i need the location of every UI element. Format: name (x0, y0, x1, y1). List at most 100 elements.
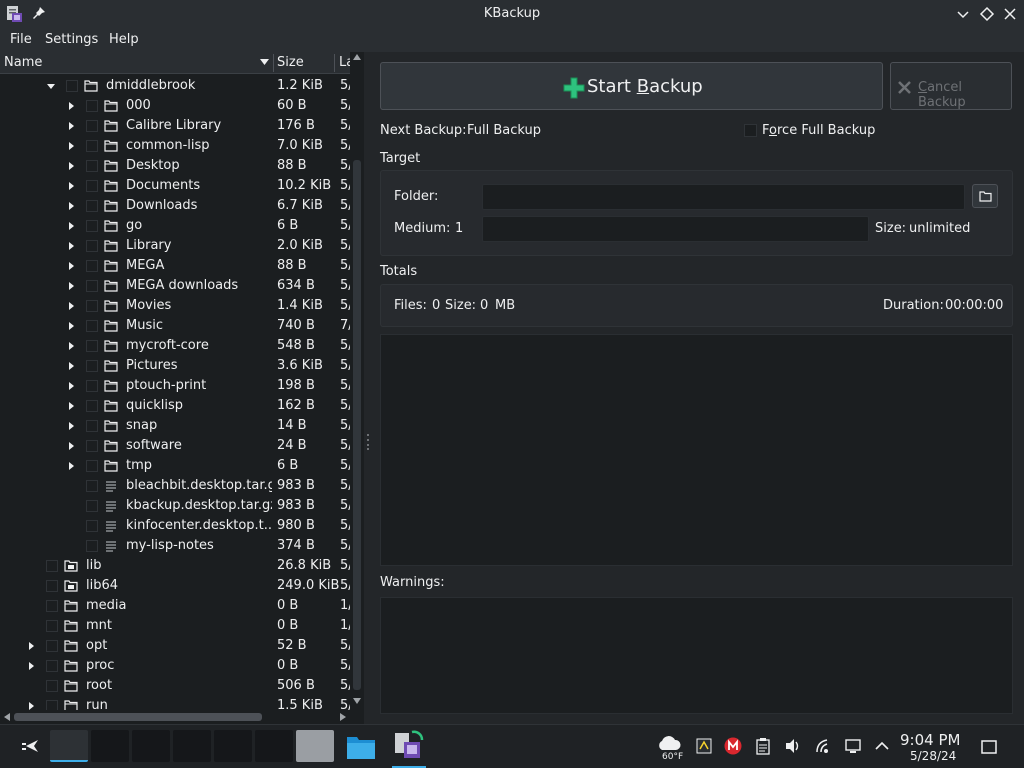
force-full-backup-checkbox[interactable] (744, 124, 757, 137)
tree-folder-row[interactable]: Movies 1.4 KiB 5/ (0, 296, 350, 316)
tree-row-checkbox[interactable] (86, 100, 98, 112)
scrollbar-thumb[interactable] (353, 160, 361, 690)
cancel-backup-button[interactable]: Cancel Backup (890, 62, 1012, 110)
tree-folder-row[interactable]: dmiddlebrook 1.2 KiB 5/ (0, 76, 350, 96)
column-separator[interactable] (273, 54, 274, 72)
expand-arrow-icon[interactable] (67, 262, 75, 270)
tree-file-row[interactable]: kinfocenter.desktop.t... 980 B 5/ (0, 516, 350, 536)
tree-folder-row[interactable]: mycroft-core 548 B 5/ (0, 336, 350, 356)
tree-row-checkbox[interactable] (86, 220, 98, 232)
tree-folder-row[interactable]: go 6 B 5/ (0, 216, 350, 236)
tree-folder-row[interactable]: lib64 249.0 KiB5/ (0, 576, 350, 596)
scroll-down-icon[interactable] (353, 698, 361, 704)
tree-folder-row[interactable]: Music 740 B 7/ (0, 316, 350, 336)
tree-row-checkbox[interactable] (86, 240, 98, 252)
expand-arrow-icon[interactable] (67, 242, 75, 250)
display-icon[interactable] (844, 737, 862, 755)
tray-expand-icon[interactable] (873, 737, 891, 755)
weather-cloud-icon[interactable] (656, 734, 682, 752)
expand-arrow-icon[interactable] (27, 662, 35, 670)
tree-folder-row[interactable]: Downloads 6.7 KiB 5/ (0, 196, 350, 216)
tree-row-checkbox[interactable] (46, 660, 58, 672)
tree-folder-row[interactable]: Desktop 88 B 5/ (0, 156, 350, 176)
clipboard-tool-icon[interactable] (695, 737, 713, 755)
force-full-backup-label[interactable]: Force Full Backup (762, 123, 875, 138)
tree-folder-row[interactable]: common-lisp 7.0 KiB 5/ (0, 136, 350, 156)
tree-horizontal-scrollbar[interactable] (0, 710, 350, 724)
scrollbar-thumb[interactable] (14, 713, 262, 721)
clock-date[interactable]: 5/28/24 (910, 749, 956, 763)
tree-row-checkbox[interactable] (86, 280, 98, 292)
tree-row-checkbox[interactable] (86, 400, 98, 412)
tree-folder-row[interactable]: lib 26.8 KiB 5/ (0, 556, 350, 576)
start-backup-button[interactable]: Start Backup (380, 62, 883, 110)
expand-arrow-icon[interactable] (67, 282, 75, 290)
collapse-arrow-icon[interactable] (47, 82, 55, 90)
tree-folder-row[interactable]: Documents 10.2 KiB 5/ (0, 176, 350, 196)
tree-row-checkbox[interactable] (86, 480, 98, 492)
expand-arrow-icon[interactable] (67, 402, 75, 410)
expand-arrow-icon[interactable] (67, 342, 75, 350)
scroll-left-icon[interactable] (4, 713, 10, 721)
virtual-desktop-5[interactable] (214, 730, 252, 762)
clock-time[interactable]: 9:04 PM (900, 731, 960, 749)
tree-row-checkbox[interactable] (66, 80, 78, 92)
tree-folder-row[interactable]: Library 2.0 KiB 5/ (0, 236, 350, 256)
column-last-modified[interactable]: La (339, 55, 350, 70)
expand-arrow-icon[interactable] (67, 322, 75, 330)
virtual-desktop-6[interactable] (255, 730, 293, 762)
medium-field[interactable] (482, 216, 869, 242)
backup-log-area[interactable] (380, 334, 1013, 566)
tree-folder-row[interactable]: Calibre Library 176 B 5/ (0, 116, 350, 136)
tree-vertical-scrollbar[interactable] (350, 52, 364, 710)
tree-folder-row[interactable]: software 24 B 5/ (0, 436, 350, 456)
expand-arrow-icon[interactable] (67, 142, 75, 150)
tree-folder-row[interactable]: snap 14 B 5/ (0, 416, 350, 436)
tree-row-checkbox[interactable] (86, 540, 98, 552)
tree-row-checkbox[interactable] (46, 620, 58, 632)
network-icon[interactable] (814, 737, 832, 755)
expand-arrow-icon[interactable] (67, 362, 75, 370)
folder-field[interactable] (482, 184, 965, 210)
menu-settings[interactable]: Settings (45, 32, 98, 47)
tree-row-checkbox[interactable] (86, 200, 98, 212)
virtual-desktop-2[interactable] (91, 730, 129, 762)
tree-row-checkbox[interactable] (86, 300, 98, 312)
column-separator[interactable] (334, 54, 335, 72)
tree-folder-row[interactable]: ptouch-print 198 B 5/ (0, 376, 350, 396)
browse-folder-button[interactable] (972, 184, 998, 208)
expand-arrow-icon[interactable] (67, 462, 75, 470)
expand-arrow-icon[interactable] (67, 162, 75, 170)
warnings-area[interactable] (380, 597, 1013, 714)
scroll-right-icon[interactable] (340, 713, 346, 721)
tree-row-checkbox[interactable] (46, 680, 58, 692)
tree-folder-row[interactable]: proc 0 B 5/ (0, 656, 350, 676)
tree-row-checkbox[interactable] (86, 320, 98, 332)
virtual-desktop-7[interactable] (296, 730, 334, 762)
tree-row-checkbox[interactable] (86, 520, 98, 532)
virtual-desktop-4[interactable] (173, 730, 211, 762)
expand-arrow-icon[interactable] (27, 702, 35, 710)
clipboard-icon[interactable] (754, 737, 772, 755)
volume-icon[interactable] (784, 737, 802, 755)
expand-arrow-icon[interactable] (67, 422, 75, 430)
tree-row-checkbox[interactable] (46, 700, 58, 710)
tree-row-checkbox[interactable] (86, 180, 98, 192)
tree-row-checkbox[interactable] (86, 380, 98, 392)
tree-row-checkbox[interactable] (86, 440, 98, 452)
tree-row-checkbox[interactable] (46, 580, 58, 592)
tree-row-checkbox[interactable] (86, 460, 98, 472)
virtual-desktop-1[interactable] (50, 730, 88, 762)
maximize-icon[interactable] (979, 6, 995, 22)
expand-arrow-icon[interactable] (27, 642, 35, 650)
tree-folder-row[interactable]: 000 60 B 5/ (0, 96, 350, 116)
tree-file-row[interactable]: bleachbit.desktop.tar.gz 983 B 5/ (0, 476, 350, 496)
expand-arrow-icon[interactable] (67, 382, 75, 390)
minimize-icon[interactable] (955, 6, 971, 22)
tree-folder-row[interactable]: MEGA downloads 634 B 5/ (0, 276, 350, 296)
tree-row-checkbox[interactable] (86, 120, 98, 132)
menu-file[interactable]: File (10, 32, 32, 47)
menu-help[interactable]: Help (109, 32, 139, 47)
tree-folder-row[interactable]: MEGA 88 B 5/ (0, 256, 350, 276)
tree-folder-row[interactable]: opt 52 B 5/ (0, 636, 350, 656)
